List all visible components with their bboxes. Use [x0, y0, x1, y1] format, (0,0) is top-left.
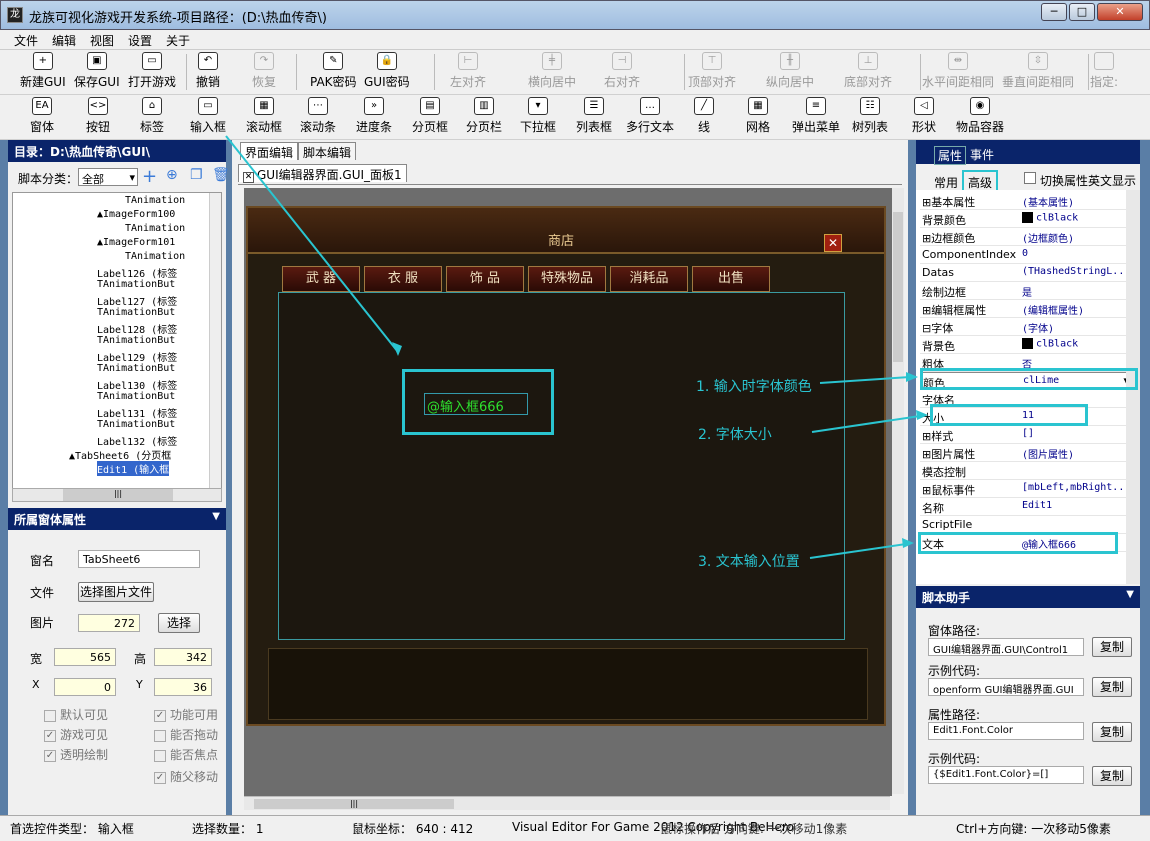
arrow-text	[809, 543, 907, 559]
status-selection-count: 选择数量： 1	[192, 822, 264, 836]
arrow-head-text	[902, 538, 914, 548]
status-mouse-coords: 鼠标坐标： 640 : 412	[352, 822, 474, 836]
annotation-arrows	[225, 135, 928, 559]
arrow-head-size	[916, 410, 928, 420]
status-control-type: 首选控件类型： 输入框	[10, 822, 134, 836]
status-bar: 首选控件类型： 输入框 选择数量： 1 鼠标坐标： 640 : 412 Visu…	[0, 815, 1150, 841]
status-hint-arrow: 鼠标操作后 方向键: 一次移动1像素	[660, 822, 848, 836]
arrow-input-tool	[225, 135, 399, 353]
arrow-size	[811, 415, 921, 433]
status-hint-ctrl: Ctrl+方向键: 一次移动5像素	[956, 822, 1111, 836]
arrow-color	[819, 376, 911, 384]
arrow-head-input	[392, 342, 402, 356]
arrow-head-color	[906, 372, 918, 382]
